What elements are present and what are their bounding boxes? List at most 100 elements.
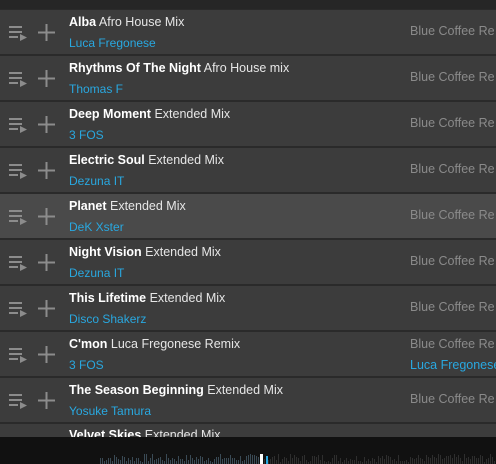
track-label[interactable]: Blue Coffee Re [410,70,495,84]
waveform-bar [446,456,447,464]
track-title[interactable]: Planet Extended Mix [69,199,186,213]
track-label[interactable]: Blue Coffee Re [410,208,495,222]
waveform-bar [322,455,323,464]
add-to-queue-icon[interactable] [9,347,27,363]
waveform-bar [452,458,453,464]
waveform-bar [124,457,125,464]
plus-icon[interactable] [38,70,55,87]
waveform-bar [158,458,159,464]
add-to-queue-icon[interactable] [9,255,27,271]
add-to-queue-icon[interactable] [9,393,27,409]
waveform-bar [316,457,317,464]
waveform-bar [480,455,481,464]
track-row[interactable]: Night Vision Extended Mix Dezuna IT Blue… [0,239,496,285]
waveform-bar [346,458,347,464]
waveform-bar [168,458,169,464]
waveform[interactable] [0,437,496,464]
track-title[interactable]: C'mon Luca Fregonese Remix [69,337,240,351]
track-artist[interactable]: Dezuna IT [69,174,124,188]
track-row[interactable]: Planet Extended Mix DeK Xster Blue Coffe… [0,193,496,239]
waveform-bar [356,456,357,464]
track-title[interactable]: Electric Soul Extended Mix [69,153,224,167]
add-to-queue-icon[interactable] [9,301,27,317]
waveform-bar [114,455,115,464]
waveform-bar [468,457,469,464]
plus-icon[interactable] [38,208,55,225]
track-title[interactable]: Alba Afro House Mix [69,15,184,29]
waveform-bar [412,458,413,464]
label-artist[interactable]: Luca Fregonese [410,358,496,372]
waveform-bar [398,455,399,464]
track-title[interactable]: Rhythms Of The Night Afro House mix [69,61,289,75]
waveform-bar [200,456,201,464]
plus-icon[interactable] [38,254,55,271]
track-name: Deep Moment [69,107,151,121]
track-artist[interactable]: Yosuke Tamura [69,404,151,418]
waveform-bar [298,458,299,464]
track-row[interactable]: Velvet Skies Extended Mix [0,423,496,437]
plus-icon[interactable] [38,116,55,133]
track-label[interactable]: Blue Coffee Re [410,392,495,406]
playhead-marker-icon[interactable] [260,454,272,464]
add-to-queue-icon[interactable] [9,25,27,41]
waveform-bar [382,456,383,464]
waveform-bar [294,455,295,464]
waveform-bar [384,459,385,464]
add-to-queue-icon[interactable] [9,71,27,87]
track-row[interactable]: Electric Soul Extended Mix Dezuna IT Blu… [0,147,496,193]
track-artist[interactable]: 3 FOS [69,128,104,142]
plus-icon[interactable] [38,300,55,317]
track-row[interactable]: C'mon Luca Fregonese Remix 3 FOS Blue Co… [0,331,496,377]
track-title[interactable]: The Season Beginning Extended Mix [69,383,283,397]
track-title[interactable]: Night Vision Extended Mix [69,245,221,259]
waveform-bar [456,457,457,464]
waveform-bar [442,459,443,464]
track-label[interactable]: Blue Coffee Re [410,254,495,268]
track-label[interactable]: Blue Coffee Re [410,24,495,38]
track-label[interactable]: Blue Coffee Re [410,162,495,176]
track-artist[interactable]: 3 FOS [69,358,104,372]
track-row[interactable]: Alba Afro House Mix Luca Fregonese Blue … [0,9,496,55]
track-row[interactable]: Rhythms Of The Night Afro House mix Thom… [0,55,496,101]
waveform-bar [180,459,181,464]
waveform-bar [440,455,441,464]
plus-icon[interactable] [38,346,55,363]
track-artist[interactable]: Dezuna IT [69,266,124,280]
track-title[interactable]: This Lifetime Extended Mix [69,291,225,305]
plus-icon[interactable] [38,162,55,179]
waveform-bar [314,456,315,464]
waveform-bar [296,457,297,464]
track-name: Rhythms Of The Night [69,61,201,75]
waveform-bar [292,458,293,464]
track-row[interactable]: Deep Moment Extended Mix 3 FOS Blue Coff… [0,101,496,147]
add-to-queue-icon[interactable] [9,209,27,225]
add-to-queue-icon[interactable] [9,117,27,133]
track-mix: Extended Mix [110,199,186,213]
plus-icon[interactable] [38,392,55,409]
track-label[interactable]: Blue Coffee Re [410,116,495,130]
track-mix: Extended Mix [144,428,221,437]
track-artist[interactable]: Disco Shakerz [69,312,146,326]
waveform-bar [478,458,479,464]
waveform-bar [128,458,129,464]
add-to-queue-icon[interactable] [9,163,27,179]
track-row[interactable]: This Lifetime Extended Mix Disco Shakerz… [0,285,496,331]
track-label[interactable]: Blue Coffee Re [410,300,495,314]
track-title[interactable]: Velvet Skies Extended Mix [69,428,221,437]
track-label[interactable]: Blue Coffee Re [410,337,495,351]
track-artist[interactable]: Thomas F [69,82,123,96]
waveform-bar [318,455,319,464]
track-name: Night Vision [69,245,142,259]
track-row[interactable]: The Season Beginning Extended Mix Yosuke… [0,377,496,423]
waveform-bar [232,458,233,464]
waveform-bar [350,459,351,464]
track-artist[interactable]: Luca Fregonese [69,36,156,50]
waveform-bar [354,460,355,464]
track-mix: Extended Mix [145,245,221,259]
waveform-bar [418,455,419,464]
track-artist[interactable]: DeK Xster [69,220,124,234]
track-title[interactable]: Deep Moment Extended Mix [69,107,230,121]
plus-icon[interactable] [38,24,55,41]
waveform-bar [492,457,493,464]
waveform-bar [190,455,191,464]
